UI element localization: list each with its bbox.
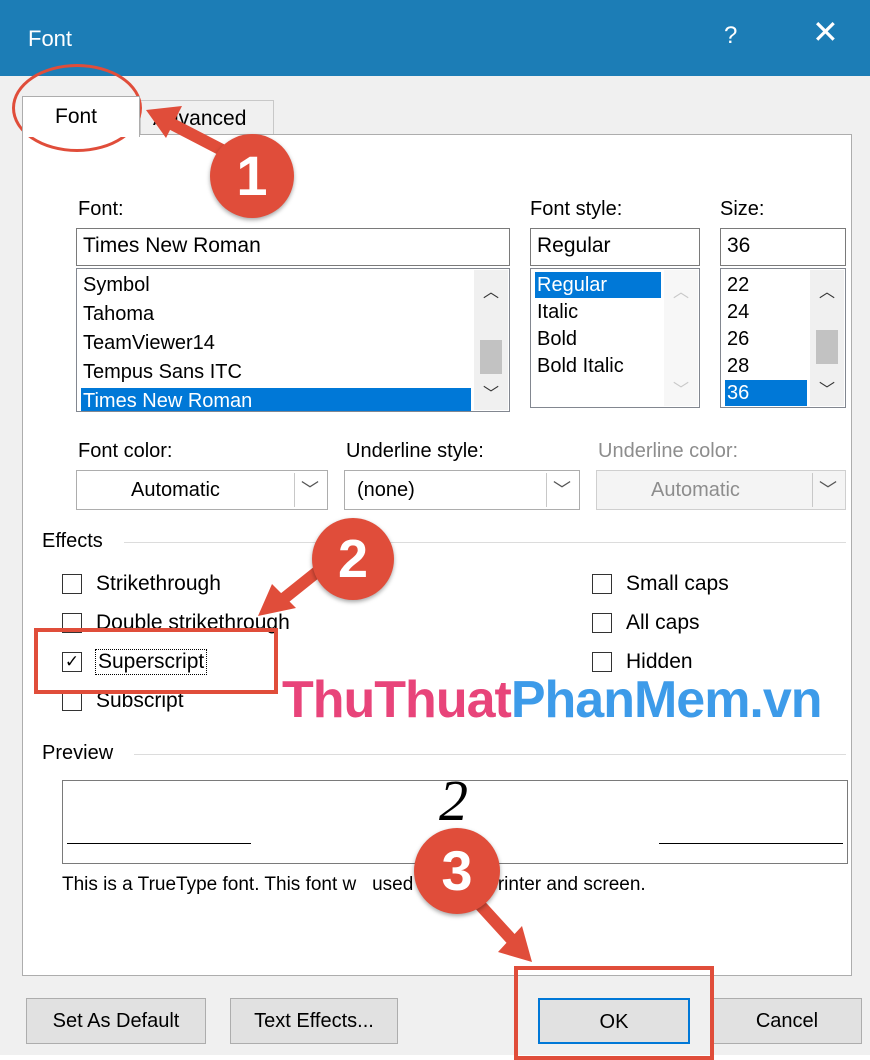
tab-font-label: Font bbox=[55, 105, 98, 128]
tab-font[interactable]: Font bbox=[22, 96, 140, 137]
arrow-icon-step2 bbox=[258, 562, 328, 616]
annotation-step-1: 1 bbox=[210, 134, 294, 218]
annotation-step-3: 3 bbox=[414, 828, 500, 914]
arrow-icon-step1 bbox=[146, 106, 228, 156]
annotation-step-2: 2 bbox=[312, 518, 394, 600]
